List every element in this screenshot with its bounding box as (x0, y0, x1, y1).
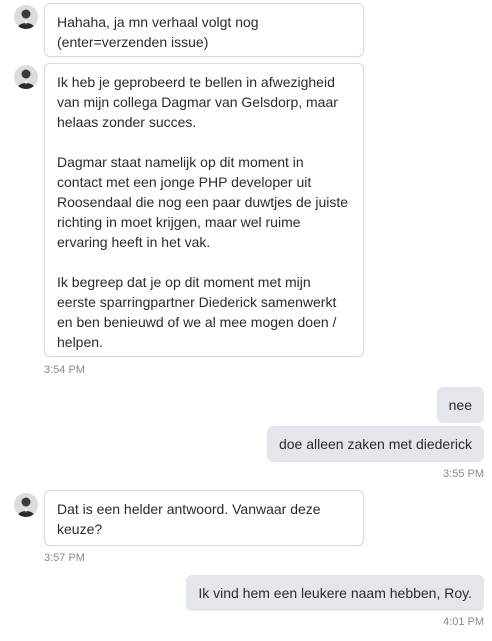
incoming-message: Ik heb je geprobeerd te bellen in afwezi… (44, 63, 364, 357)
message-text: doe alleen zaken met diederick (278, 436, 472, 452)
message-text: Ik vind hem een leukere naam hebben, Roy… (198, 585, 472, 601)
agent-avatar-icon (14, 65, 38, 89)
message-timestamp: 3:55 PM (443, 468, 484, 480)
outgoing-message: doe alleen zaken met diederick (266, 426, 484, 462)
message-text: nee (448, 397, 472, 413)
message-timestamp: 3:54 PM (44, 364, 85, 376)
agent-avatar-icon (14, 5, 38, 29)
message-text: Dat is een helder antwoord. Vanwaar deze… (57, 501, 321, 537)
message-paragraph: Ik begreep dat je op dit moment met mijn… (57, 274, 337, 350)
message-timestamp: 3:57 PM (44, 552, 85, 564)
incoming-message: Hahaha, ja mn verhaal volgt nog (enter=v… (44, 3, 364, 57)
incoming-message: Dat is een helder antwoord. Vanwaar deze… (44, 490, 364, 546)
outgoing-message: nee (436, 387, 484, 423)
message-timestamp: 4:01 PM (443, 616, 484, 628)
agent-avatar-icon (14, 493, 38, 517)
message-paragraph: Dagmar staat namelijk op dit moment in c… (57, 154, 349, 250)
message-text: Hahaha, ja mn verhaal volgt nog (enter=v… (57, 14, 259, 50)
outgoing-message: Ik vind hem een leukere naam hebben, Roy… (186, 575, 484, 611)
message-paragraph: Ik heb je geprobeerd te bellen in afwezi… (57, 74, 338, 130)
